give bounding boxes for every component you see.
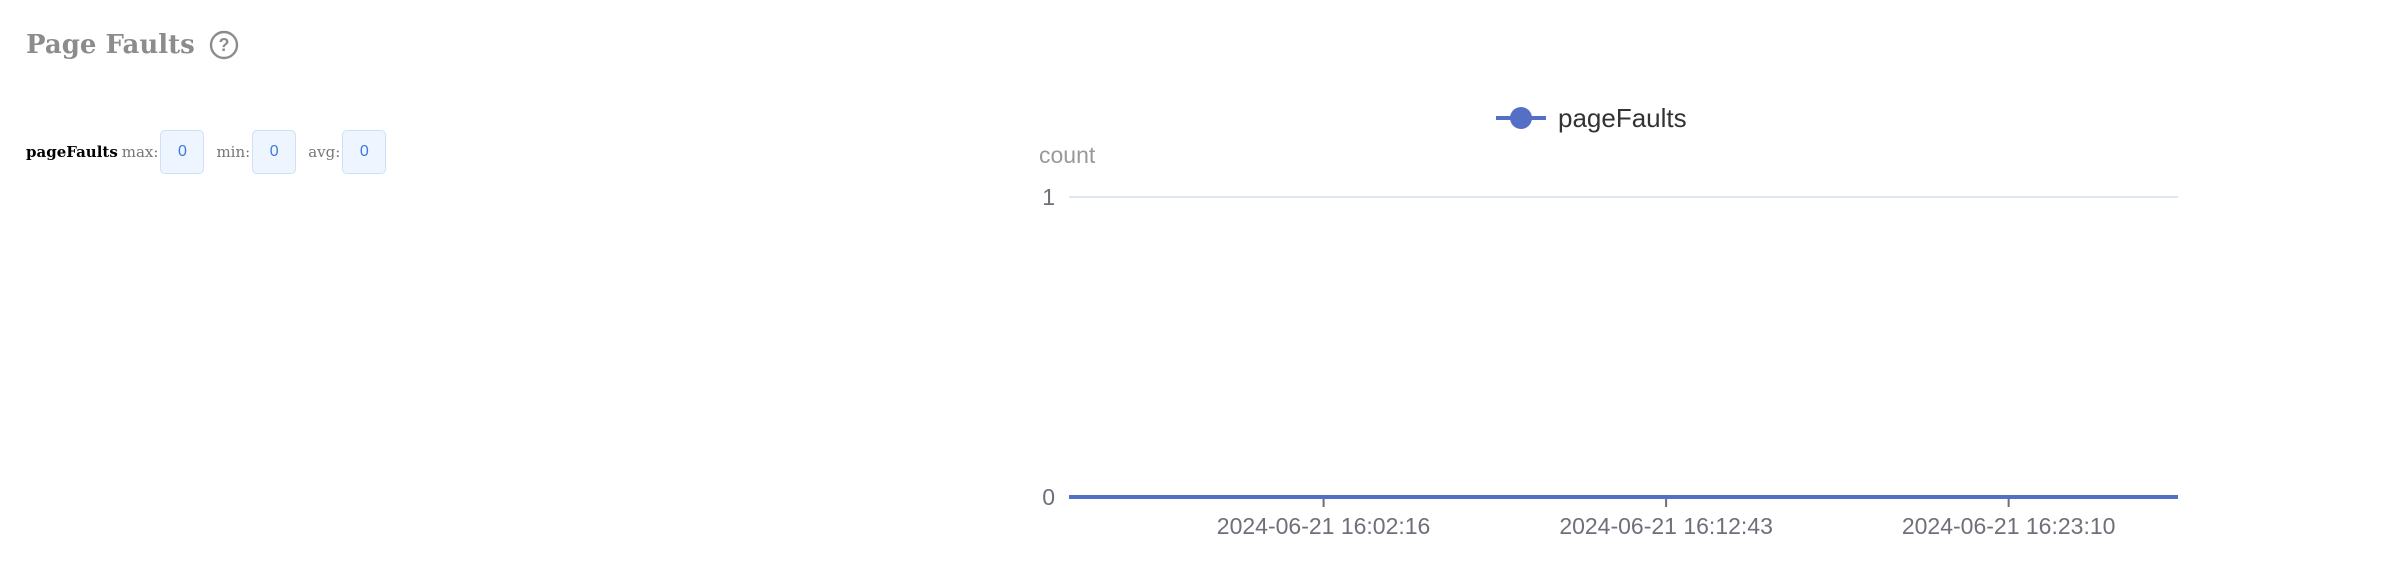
y-axis: 01: [1042, 184, 1055, 510]
x-tick-label: 2024-06-21 16:02:16: [1217, 513, 1431, 539]
legend-dot-marker: [1510, 107, 1532, 129]
line-chart: pageFaults count 01 2024-06-21 16:02:16 2…: [1039, 103, 2178, 539]
y-tick-label: 1: [1042, 184, 1055, 210]
chart-legend[interactable]: pageFaults: [1496, 103, 1687, 133]
x-axis: 2024-06-21 16:02:16 2024-06-21 16:12:43 20…: [1217, 497, 2116, 539]
x-tick-label: 2024-06-21 16:23:10: [1902, 513, 2116, 539]
legend-label: pageFaults: [1558, 103, 1687, 133]
x-tick-label: 2024-06-21 16:12:43: [1559, 513, 1773, 539]
y-axis-title: count: [1039, 142, 1096, 168]
y-tick-label: 0: [1042, 484, 1055, 510]
